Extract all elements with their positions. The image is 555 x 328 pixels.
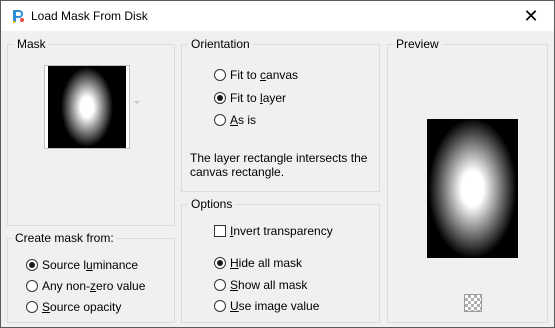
- show-all-mask-radio[interactable]: Show all mask: [214, 277, 307, 293]
- preview-image: [427, 119, 518, 258]
- radio-dot: [217, 95, 223, 101]
- mask-thumbnail[interactable]: [44, 65, 130, 149]
- radio-dot: [217, 260, 223, 266]
- transparency-checker-icon[interactable]: [464, 294, 482, 312]
- hide-all-mask-radio[interactable]: Hide all mask: [214, 255, 302, 271]
- radio-circle: [26, 280, 38, 292]
- radio-circle: [214, 92, 226, 104]
- use-image-value-radio[interactable]: Use image value: [214, 298, 319, 314]
- options-label: Options: [188, 197, 236, 211]
- radio-circle: [26, 259, 38, 271]
- fit-to-canvas-radio[interactable]: Fit to canvas: [214, 67, 298, 83]
- preview-label: Preview: [393, 37, 442, 51]
- fit-to-layer-radio-label: Fit to layer: [230, 91, 287, 105]
- dialog-window: Load Mask From Disk ✕ Mask Create mask f…: [0, 0, 555, 328]
- source-opacity-radio[interactable]: Source opacity: [26, 299, 121, 315]
- mask-dropdown-arrow-icon[interactable]: [134, 101, 140, 104]
- any-non-zero-value-radio[interactable]: Any non-zero value: [26, 278, 145, 294]
- source-luminance-radio-label: Source luminance: [42, 258, 139, 272]
- close-button[interactable]: ✕: [508, 1, 554, 31]
- fit-to-canvas-radio-label: Fit to canvas: [230, 68, 299, 82]
- radio-circle: [214, 279, 226, 291]
- invert-transparency-checkbox[interactable]: Invert transparency: [214, 223, 333, 239]
- title-bar: Load Mask From Disk ✕: [1, 1, 554, 31]
- close-icon: ✕: [523, 5, 539, 26]
- radio-circle: [214, 69, 226, 81]
- mask-group-label: Mask: [14, 37, 49, 51]
- source-luminance-radio[interactable]: Source luminance: [26, 257, 138, 273]
- orientation-label: Orientation: [188, 37, 253, 51]
- show-all-mask-radio-label: Show all mask: [230, 278, 308, 292]
- paint-app-icon: [12, 10, 24, 24]
- mask-image: [48, 66, 126, 148]
- orientation-description: The layer rectangle intersects the canva…: [190, 151, 368, 179]
- radio-dot: [29, 262, 35, 268]
- radio-circle: [214, 114, 226, 126]
- radio-circle: [26, 301, 38, 313]
- invert-transparency-label: Invert transparency: [230, 224, 333, 238]
- create-mask-label: Create mask from:: [12, 231, 117, 245]
- as-is-radio-label: As is: [230, 113, 257, 127]
- checkbox-box: [214, 225, 226, 237]
- any-non-zero-value-radio-label: Any non-zero value: [42, 279, 146, 293]
- use-image-value-radio-label: Use image value: [230, 299, 320, 313]
- radio-circle: [214, 257, 226, 269]
- fit-to-layer-radio[interactable]: Fit to layer: [214, 90, 286, 106]
- source-opacity-radio-label: Source opacity: [42, 300, 122, 314]
- as-is-radio[interactable]: As is: [214, 112, 256, 128]
- hide-all-mask-radio-label: Hide all mask: [230, 256, 303, 270]
- window-title: Load Mask From Disk: [31, 9, 148, 23]
- radio-circle: [214, 300, 226, 312]
